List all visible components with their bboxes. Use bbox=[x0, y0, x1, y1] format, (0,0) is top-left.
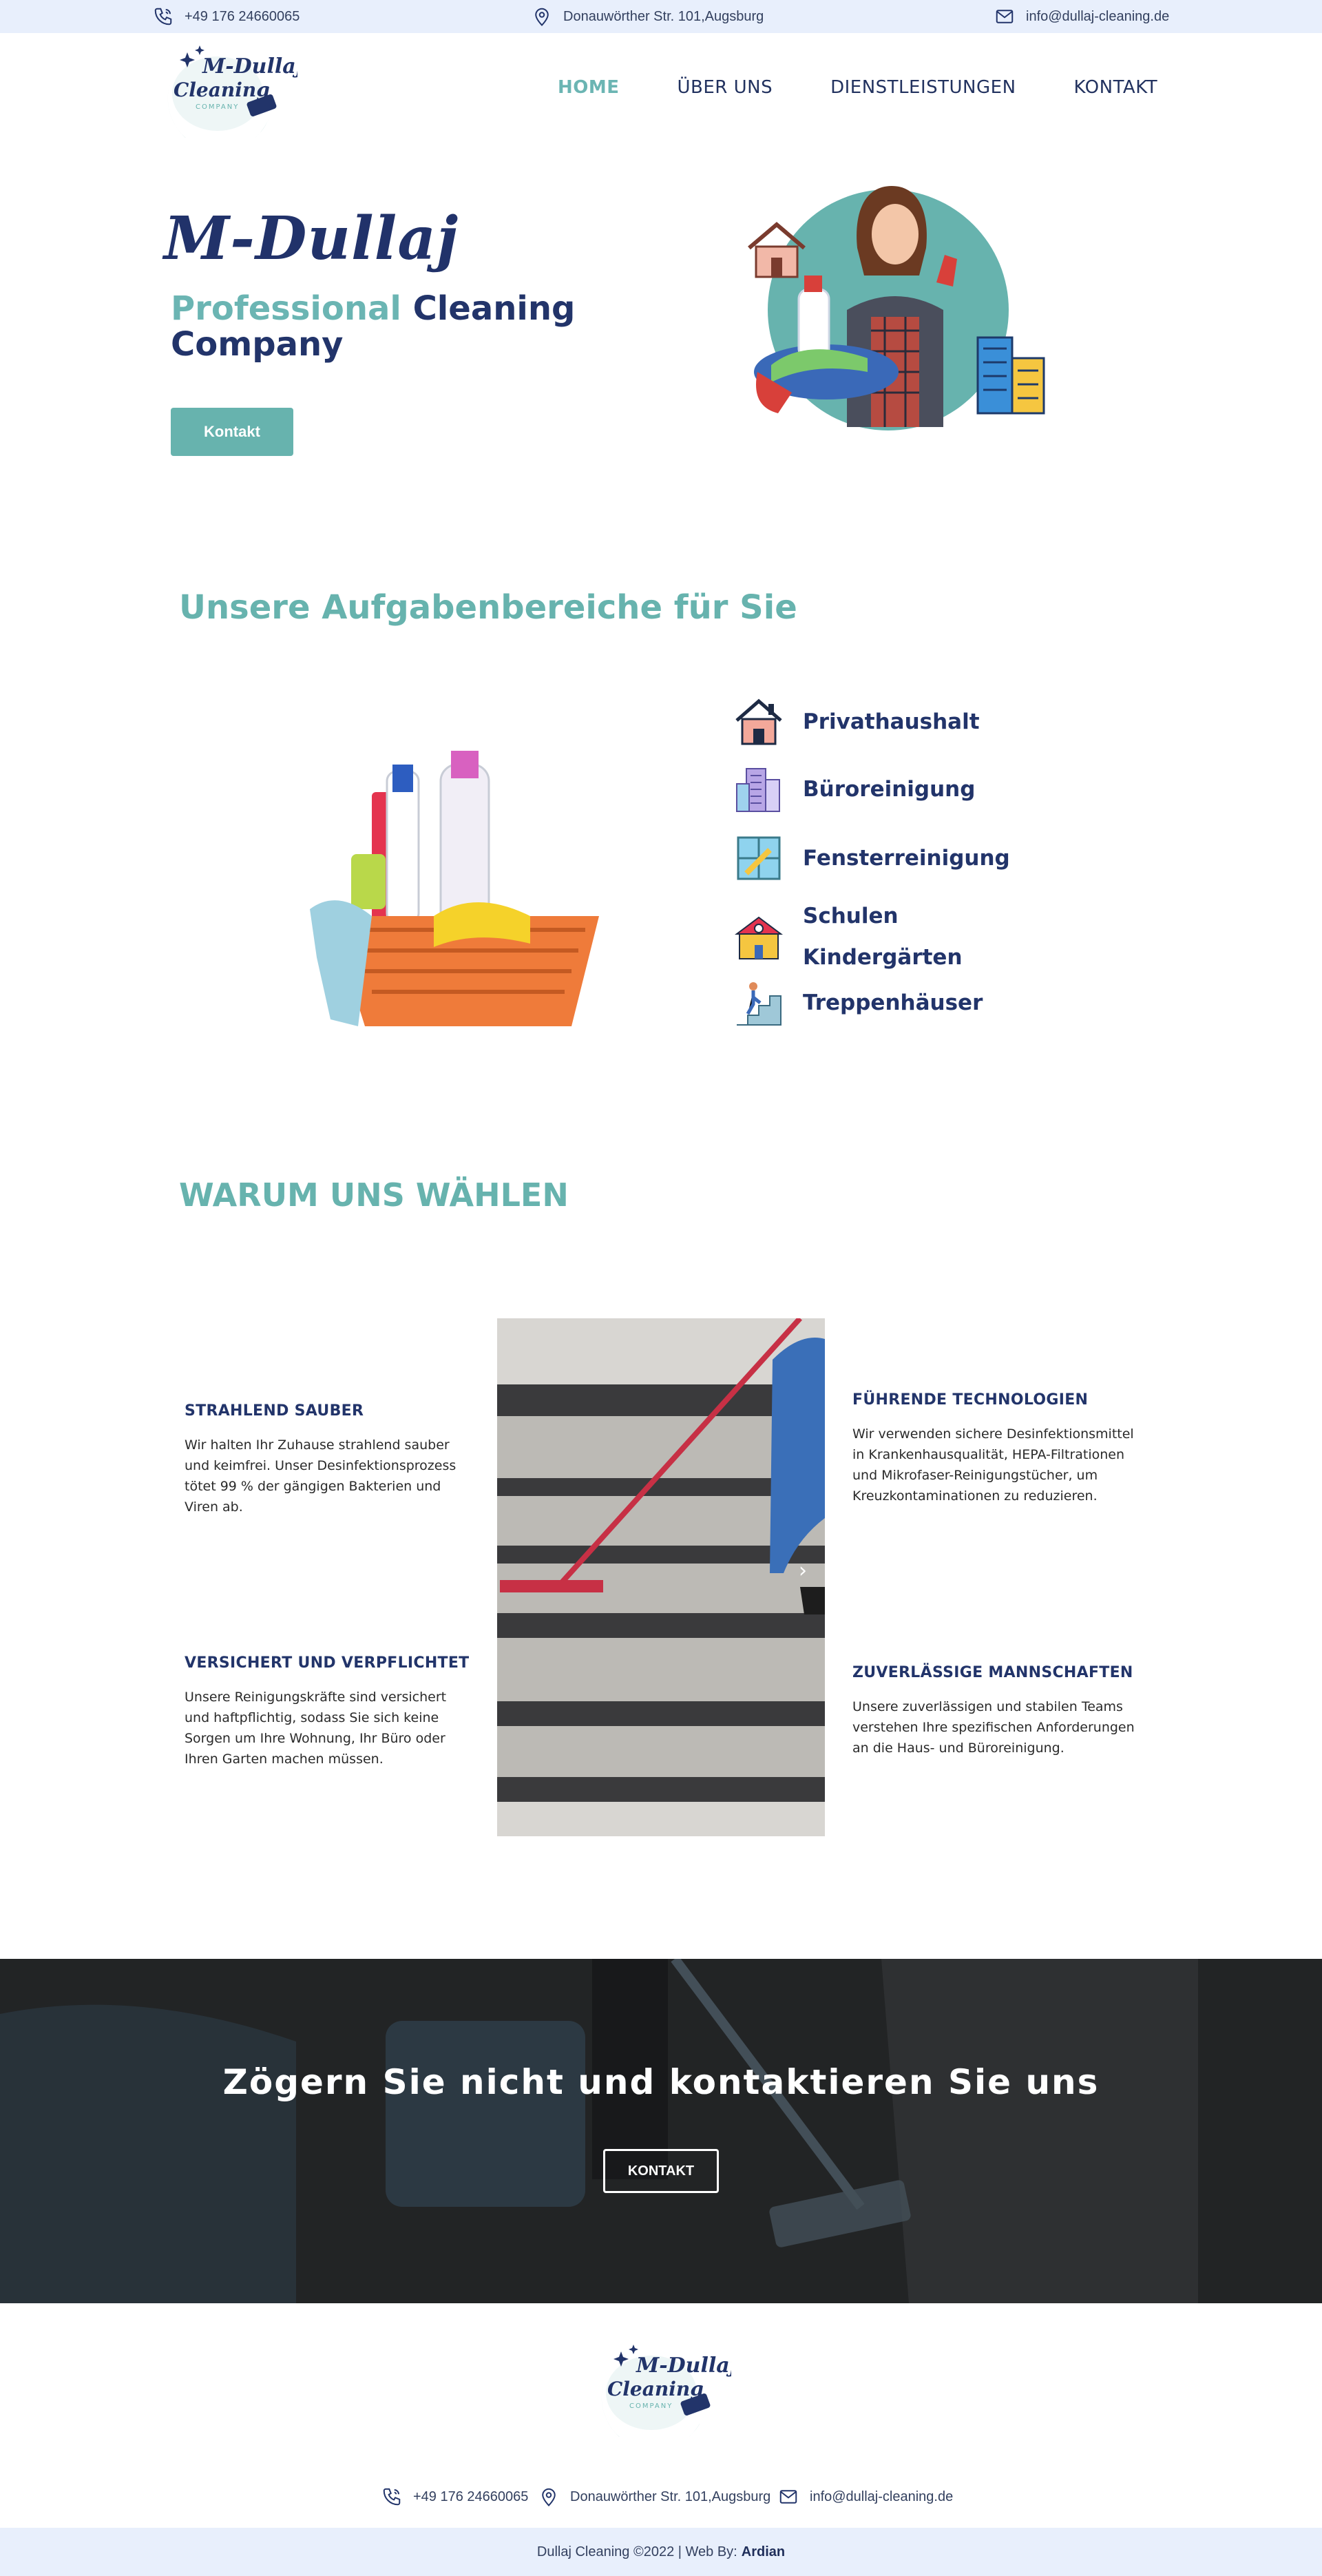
feature-zuverlaessige-mannschaften: ZUVERLÄSSIGE MANNSCHAFTEN Unsere zuverlä… bbox=[852, 1664, 1142, 1758]
topbar-address: Donauwörther Str. 101,Augsburg bbox=[532, 0, 764, 33]
school-icon bbox=[735, 916, 783, 959]
office-building-illustration bbox=[976, 336, 1045, 415]
service-label: Privathaushalt bbox=[803, 709, 980, 734]
footer-logo[interactable]: M-Dullaj Cleaning COMPANY bbox=[594, 2339, 737, 2451]
service-label: Treppenhäuser bbox=[803, 990, 983, 1015]
footer-contacts: +49 176 24660065 Donauwörther Str. 101,A… bbox=[0, 2480, 1322, 2514]
topbar-phone[interactable]: +49 176 24660065 bbox=[153, 0, 300, 33]
hero-subtitle-cleaning: Cleaning bbox=[412, 289, 576, 328]
service-privathaushalt[interactable]: Privathaushalt bbox=[733, 696, 980, 748]
hero-subtitle: Professional Cleaning Company bbox=[171, 291, 598, 362]
service-schulen-kindergaerten[interactable]: Schulen Kindergärten bbox=[733, 895, 963, 978]
feature-title: FÜHRENDE TECHNOLOGIEN bbox=[852, 1391, 1089, 1409]
footer-address-text: Donauwörther Str. 101,Augsburg bbox=[570, 2489, 771, 2504]
topbar-email[interactable]: info@dullaj-cleaning.de bbox=[994, 0, 1169, 33]
service-label: Fensterreinigung bbox=[803, 846, 1010, 871]
service-treppenhaeuser[interactable]: Treppenhäuser bbox=[733, 977, 983, 1029]
logo-tag: COMPANY bbox=[196, 103, 239, 111]
services-heading: Unsere Aufgabenbereiche für Sie bbox=[179, 588, 797, 627]
hero-subtitle-company: Company bbox=[171, 325, 344, 364]
copyright-text: Dullaj Cleaning ©2022 | Web By: bbox=[536, 2544, 737, 2559]
copyright-bar: Dullaj Cleaning ©2022 | Web By: Ardian bbox=[0, 2528, 1322, 2576]
feature-title: STRAHLEND SAUBER bbox=[185, 1402, 364, 1420]
cta-section: Zögern Sie nicht und kontaktieren Sie un… bbox=[0, 1959, 1322, 2303]
logo-word: Cleaning bbox=[174, 79, 270, 101]
feature-text: Wir halten Ihr Zuhause strahlend sauber … bbox=[185, 1437, 457, 1515]
house-icon bbox=[735, 698, 782, 745]
logo-mark: M-Dullaj Cleaning COMPANY bbox=[167, 45, 304, 152]
hero-subtitle-accent: Professional bbox=[171, 289, 401, 328]
feature-versichert: VERSICHERT UND VERPFLICHTET Unsere Reini… bbox=[185, 1654, 474, 1769]
header-logo[interactable]: M-Dullaj Cleaning COMPANY bbox=[160, 40, 304, 152]
phone-icon bbox=[383, 2488, 401, 2506]
cta-title: Zögern Sie nicht und kontaktieren Sie un… bbox=[222, 2062, 1100, 2102]
topbar-phone-text: +49 176 24660065 bbox=[185, 8, 300, 24]
nav-home[interactable]: HOME bbox=[558, 77, 620, 98]
cta-kontakt-button[interactable]: KONTAKT bbox=[603, 2149, 719, 2193]
stairs-icon bbox=[737, 982, 781, 1026]
feature-title: ZUVERLÄSSIGE MANNSCHAFTEN bbox=[852, 1664, 1133, 1681]
hero-illustration bbox=[730, 165, 1088, 455]
footer-logo-script: M-Dullaj bbox=[636, 2354, 731, 2378]
chevron-right-icon: › bbox=[799, 1559, 807, 1583]
service-label-two-line: Schulen Kindergärten bbox=[803, 895, 963, 978]
house-icon bbox=[748, 222, 806, 278]
location-pin-icon bbox=[542, 2488, 556, 2506]
footer-phone-text: +49 176 24660065 bbox=[413, 2489, 529, 2504]
footer-address: Donauwörther Str. 101,Augsburg bbox=[538, 2480, 770, 2514]
feature-strahlend-sauber: STRAHLEND SAUBER Wir halten Ihr Zuhause … bbox=[185, 1402, 474, 1517]
mail-icon bbox=[779, 2490, 797, 2504]
logo-script: M-Dullaj bbox=[202, 54, 297, 79]
service-label: Büroreinigung bbox=[803, 777, 976, 802]
feature-fuehrende-technologien: FÜHRENDE TECHNOLOGIEN Wir verwenden sich… bbox=[852, 1391, 1142, 1506]
nav-kontakt[interactable]: KONTAKT bbox=[1074, 77, 1158, 98]
window-cleaning-icon bbox=[737, 836, 781, 880]
footer-logo-word: Cleaning bbox=[607, 2378, 704, 2400]
topbar-address-text: Donauwörther Str. 101,Augsburg bbox=[563, 8, 764, 24]
feature-text: Unsere Reinigungskräfte sind versichert … bbox=[185, 1690, 447, 1767]
topbar-email-text: info@dullaj-cleaning.de bbox=[1026, 8, 1170, 24]
why-heading: WARUM UNS WÄHLEN bbox=[179, 1176, 569, 1214]
feature-text: Unsere zuverlässigen und stabilen Teams … bbox=[852, 1699, 1135, 1756]
feature-title: VERSICHERT UND VERPFLICHTET bbox=[185, 1654, 470, 1672]
service-bueroreinigung[interactable]: Büroreinigung bbox=[733, 763, 975, 816]
service-label-schulen: Schulen bbox=[803, 904, 899, 928]
hero-kontakt-button[interactable]: Kontakt bbox=[171, 408, 293, 456]
nav-dienstleistungen[interactable]: DIENSTLEISTUNGEN bbox=[830, 77, 1016, 98]
stairs-mopping-image: › bbox=[497, 1318, 825, 1836]
author-link[interactable]: Ardian bbox=[742, 2544, 785, 2560]
service-fensterreinigung[interactable]: Fensterreinigung bbox=[733, 832, 1010, 884]
feature-text: Wir verwenden sichere Desinfektionsmitte… bbox=[852, 1426, 1134, 1504]
nav-ueber-uns[interactable]: ÜBER UNS bbox=[678, 77, 773, 98]
cleaning-basket-image bbox=[227, 689, 682, 1047]
footer-email[interactable]: info@dullaj-cleaning.de bbox=[778, 2480, 953, 2514]
footer-email-text: info@dullaj-cleaning.de bbox=[810, 2489, 954, 2504]
footer-logo-tag: COMPANY bbox=[629, 2402, 673, 2410]
location-pin-icon bbox=[535, 8, 549, 26]
main-nav: HOME ÜBER UNS DIENSTLEISTUNGEN KONTAKT bbox=[558, 77, 1215, 98]
hero-script-title: M-Dullaj bbox=[164, 204, 459, 273]
service-label-kindergaerten: Kindergärten bbox=[803, 945, 963, 970]
mail-icon bbox=[996, 10, 1014, 23]
footer-phone[interactable]: +49 176 24660065 bbox=[381, 2480, 528, 2514]
phone-icon bbox=[154, 8, 172, 25]
footer-logo-mark: M-Dullaj Cleaning COMPANY bbox=[601, 2345, 737, 2451]
top-bar: +49 176 24660065 Donauwörther Str. 101,A… bbox=[0, 0, 1322, 33]
office-building-icon bbox=[736, 768, 780, 812]
